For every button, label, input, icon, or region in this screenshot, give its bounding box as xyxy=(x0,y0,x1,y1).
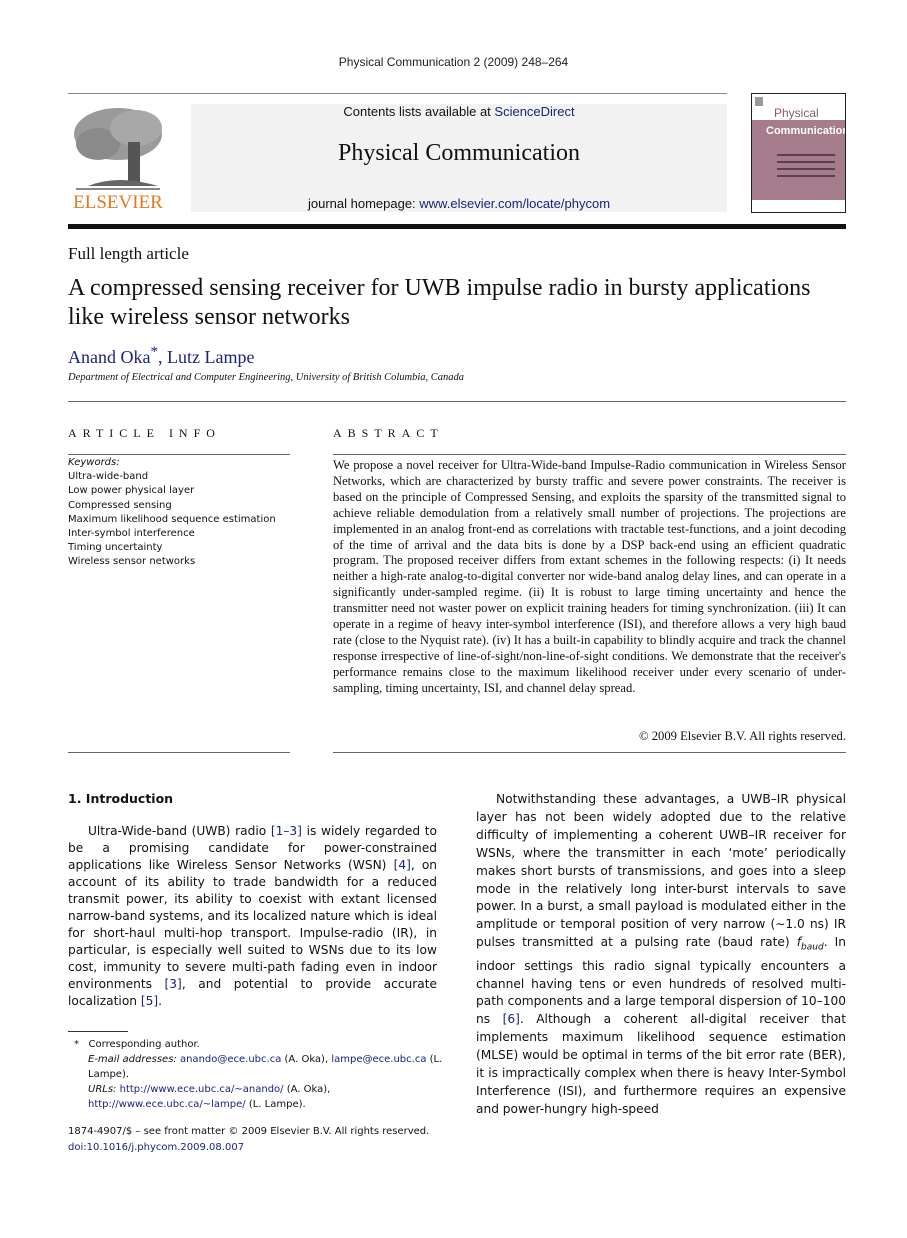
footnote-text: Corresponding author. xyxy=(88,1039,200,1050)
keyword: Compressed sensing xyxy=(68,499,172,511)
keyword: Maximum likelihood sequence estimation xyxy=(68,513,276,525)
elsevier-logo[interactable]: ELSEVIER xyxy=(68,104,168,214)
citation-link[interactable]: [5] xyxy=(141,994,158,1008)
text-run: Notwithstanding these advantages, a UWB–… xyxy=(476,792,846,950)
author-name[interactable]: Anand Oka xyxy=(68,347,150,367)
text-run: Ultra-Wide-band (UWB) radio xyxy=(88,824,271,838)
footnote-corresponding: * Corresponding author. xyxy=(68,1037,448,1052)
text-run: . xyxy=(158,994,163,1008)
divider xyxy=(68,401,846,402)
issn-line: 1874-4907/$ – see front matter © 2009 El… xyxy=(68,1126,430,1137)
journal-title: Physical Communication xyxy=(338,140,580,166)
url-link[interactable]: http://www.ece.ubc.ca/~anando/ xyxy=(120,1084,284,1095)
running-head: Physical Communication 2 (2009) 248–264 xyxy=(338,55,569,69)
keywords-label: Keywords: xyxy=(68,457,120,468)
author-separator: , xyxy=(157,347,167,367)
homepage-line: journal homepage: www.elsevier.com/locat… xyxy=(191,196,727,211)
divider xyxy=(68,752,290,753)
contents-line: Contents lists available at ScienceDirec… xyxy=(191,104,727,119)
divider xyxy=(68,454,290,455)
author-list: Anand Oka*, Lutz Lampe xyxy=(68,344,254,368)
contents-prefix: Contents lists available at xyxy=(343,104,495,119)
citation-link[interactable]: [6] xyxy=(503,1012,520,1026)
cover-circuit-graphic xyxy=(777,154,835,182)
affiliation: Department of Electrical and Computer En… xyxy=(68,372,465,383)
cover-title-line2: Communication xyxy=(766,125,846,137)
keyword: Ultra-wide-band xyxy=(68,471,149,483)
footnote-rule xyxy=(68,1031,128,1032)
divider xyxy=(333,752,846,753)
elsevier-wordmark: ELSEVIER xyxy=(73,192,163,213)
top-rule xyxy=(68,93,727,94)
footnotes: * Corresponding author. E-mail addresses… xyxy=(68,1037,448,1112)
footnote-urls: URLs: http://www.ece.ubc.ca/~anando/ (A.… xyxy=(68,1082,448,1112)
keyword: Inter-symbol interference xyxy=(68,528,195,540)
abstract-heading: ABSTRACT xyxy=(333,426,444,440)
front-matter: 1874-4907/$ – see front matter © 2009 El… xyxy=(68,1124,468,1156)
email-owner: (A. Oka), xyxy=(281,1054,332,1065)
paper-title: A compressed sensing receiver for UWB im… xyxy=(68,275,811,330)
footnote-mark: * xyxy=(74,1039,79,1050)
header-rule xyxy=(68,224,846,229)
section-heading-introduction: 1. Introduction xyxy=(68,791,174,806)
url-link[interactable]: http://www.ece.ubc.ca/~lampe/ xyxy=(88,1099,246,1110)
journal-cover-thumbnail[interactable]: Physical Communication xyxy=(751,93,846,213)
keyword: Timing uncertainty xyxy=(68,542,163,554)
keyword: Wireless sensor networks xyxy=(68,556,196,568)
article-type: Full length article xyxy=(68,244,189,263)
citation-link[interactable]: [3] xyxy=(165,977,182,991)
sciencedirect-link[interactable]: ScienceDirect xyxy=(494,104,574,119)
cover-title-line1: Physical xyxy=(774,106,819,120)
email-link[interactable]: lampe@ece.ubc.ca xyxy=(331,1054,426,1065)
abstract-text: We propose a novel receiver for Ultra-Wi… xyxy=(333,458,846,695)
homepage-link[interactable]: www.elsevier.com/locate/phycom xyxy=(419,196,610,211)
doi-link[interactable]: doi:10.1016/j.phycom.2009.08.007 xyxy=(68,1140,468,1156)
abstract-copyright: © 2009 Elsevier B.V. All rights reserved… xyxy=(639,729,846,743)
keyword: Low power physical layer xyxy=(68,485,195,497)
homepage-prefix: journal homepage: xyxy=(307,196,420,211)
url-owner: (A. Oka), xyxy=(283,1084,331,1095)
author-name[interactable]: Lutz Lampe xyxy=(167,347,254,367)
keywords-list: Keywords: Ultra-wide-band Low power phys… xyxy=(68,456,298,570)
email-link[interactable]: anando@ece.ubc.ca xyxy=(180,1054,281,1065)
citation-link[interactable]: [4] xyxy=(394,858,411,872)
article-info-heading: ARTICLE INFO xyxy=(68,426,221,440)
intro-paragraph-2: Notwithstanding these advantages, a UWB–… xyxy=(476,791,846,1119)
cover-logo xyxy=(755,97,763,106)
citation-link[interactable]: [1–3] xyxy=(271,824,302,838)
text-run: . Although a coherent all-digital receiv… xyxy=(476,1012,846,1116)
divider xyxy=(333,454,846,455)
footnote-emails: E-mail addresses: anando@ece.ubc.ca (A. … xyxy=(68,1052,448,1082)
tree-icon xyxy=(74,108,162,190)
email-label: E-mail addresses: xyxy=(88,1054,177,1065)
urls-label: URLs: xyxy=(88,1084,117,1095)
url-owner: (L. Lampe). xyxy=(245,1099,306,1110)
text-run: , on account of its ability to trade ban… xyxy=(68,858,437,991)
corresponding-mark[interactable]: * xyxy=(150,344,158,360)
intro-paragraph-1: Ultra-Wide-band (UWB) radio [1–3] is wid… xyxy=(68,823,437,1010)
text-run: baud xyxy=(801,942,824,953)
